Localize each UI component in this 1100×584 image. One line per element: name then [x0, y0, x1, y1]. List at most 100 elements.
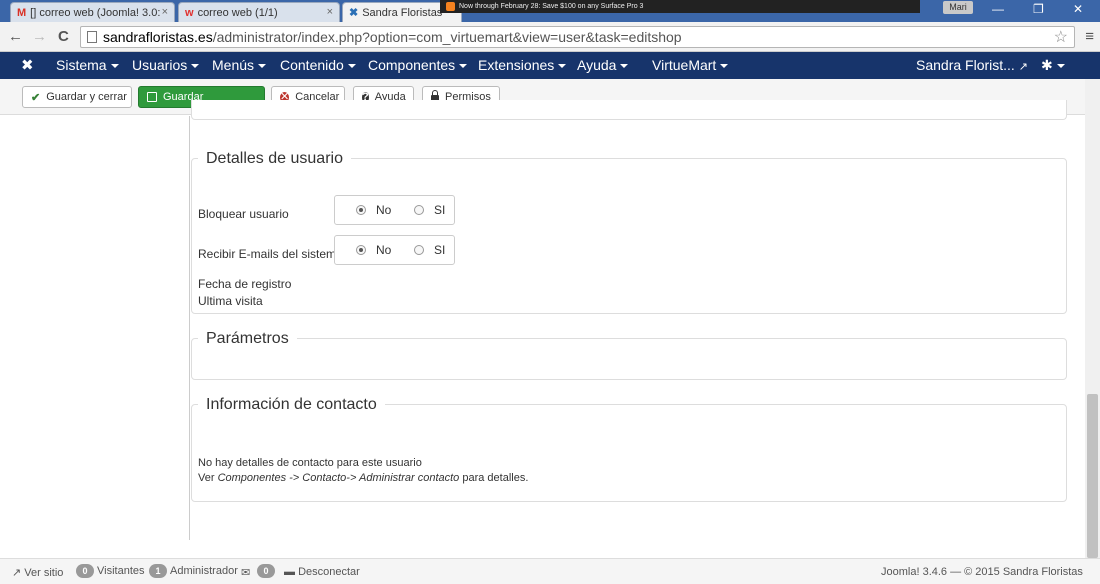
footer-label: Administrador — [170, 565, 238, 577]
contact-info-legend: Información de contacto — [198, 396, 385, 414]
bookmark-star-icon[interactable]: ☆ — [1054, 28, 1068, 48]
user-menu[interactable]: Sandra Florist... ↗ — [916, 57, 1028, 73]
settings-menu[interactable]: ✱ — [1041, 57, 1065, 74]
gear-icon: ✱ — [1041, 57, 1053, 73]
messages-badge: 0 — [257, 564, 275, 578]
save-close-button[interactable]: ✔ Guardar y cerrar — [22, 86, 132, 108]
copyright-text: Joomla! 3.4.6 — © 2015 Sandra Floristas — [881, 566, 1083, 578]
footer-label: Ver sitio — [24, 567, 64, 579]
close-tab-icon[interactable]: × — [162, 6, 168, 18]
no-contact-details-text: No hay detalles de contacto para este us… — [198, 457, 422, 469]
menu-label: VirtueMart — [652, 57, 717, 73]
radio-label-no: No — [376, 243, 392, 257]
joomla-tab-icon: ✖ — [349, 7, 359, 19]
url-path: /administrator/index.php?option=com_virt… — [212, 29, 682, 45]
parameters-legend: Parámetros — [198, 330, 297, 348]
menu-sistema[interactable]: Sistema — [56, 57, 119, 73]
admin-badge: 1 — [149, 564, 167, 578]
menu-usuarios[interactable]: Usuarios — [132, 57, 200, 73]
caret-down-icon — [459, 64, 468, 69]
parameters-fieldset: Parámetros — [191, 330, 1067, 380]
contact-instructions: Ver Componentes -> Contacto-> Administra… — [198, 472, 528, 484]
restore-icon[interactable]: ❐ — [1033, 2, 1044, 16]
block-user-radio-yes[interactable] — [414, 205, 424, 215]
logout-link[interactable]: ▬ Desconectar — [284, 566, 360, 578]
system-emails-label: Recibir E-mails del sistema — [198, 247, 343, 261]
button-label: Guardar y cerrar — [46, 91, 127, 103]
menu-componentes[interactable]: Componentes — [368, 57, 468, 73]
menu-label: Menús — [212, 57, 255, 73]
webmail-icon: w — [185, 6, 194, 19]
rss-icon — [446, 2, 455, 11]
back-arrow-icon[interactable]: ← — [8, 28, 23, 45]
visitors-status: 0 Visitantes — [76, 564, 145, 578]
system-emails-radio-yes[interactable] — [414, 245, 424, 255]
menu-label: Extensiones — [478, 57, 555, 73]
system-emails-radio-no[interactable] — [356, 245, 366, 255]
caret-down-icon — [558, 64, 567, 69]
block-user-label: Bloquear usuario — [198, 207, 289, 221]
contact-info-fieldset: Información de contacto No hay detalles … — [191, 396, 1067, 502]
edit-icon — [147, 92, 157, 102]
caret-down-icon — [258, 64, 267, 69]
url-input[interactable]: sandrafloristas.es/administrator/index.p… — [80, 26, 1075, 48]
system-emails-radio-group: No SI — [334, 235, 455, 265]
footer-label: Visitantes — [97, 565, 145, 577]
see-suffix: para detalles. — [462, 472, 529, 484]
messages-status[interactable]: 0 — [257, 564, 278, 578]
tab-title: correo web (1/1) — [197, 6, 278, 19]
radio-label-yes: SI — [434, 203, 446, 217]
caret-down-icon — [191, 64, 200, 69]
minus-icon: ▬ — [284, 566, 295, 578]
user-details-fieldset: Detalles de usuario Bloquear usuario No … — [191, 150, 1067, 314]
close-window-icon[interactable]: ✕ — [1073, 2, 1083, 16]
radio-label-yes: SI — [434, 243, 446, 257]
check-icon: ✔ — [31, 91, 41, 104]
admin-menu-bar: ✖ Sistema Usuarios Menús Contenido Compo… — [0, 52, 1100, 79]
forward-arrow-icon[interactable]: → — [32, 28, 47, 45]
tab-title: Sandra Floristas — [362, 6, 443, 19]
menu-label: Usuarios — [132, 57, 188, 73]
menu-contenido[interactable]: Contenido — [280, 57, 356, 73]
page-icon — [87, 31, 97, 43]
block-user-radio-no[interactable] — [356, 205, 366, 215]
see-prefix: Ver — [198, 472, 215, 484]
sidebar-divider — [189, 116, 190, 540]
browser-menu-icon[interactable]: ≡ — [1085, 28, 1094, 45]
close-tab-icon[interactable]: × — [327, 6, 333, 18]
reload-icon[interactable]: C — [58, 28, 69, 45]
menu-ayuda[interactable]: Ayuda — [577, 57, 629, 73]
radio-label-no: No — [376, 203, 392, 217]
browser-tab-gmail[interactable]: M [] correo web (Joomla! 3.0: × — [10, 2, 175, 22]
menu-virtuemart[interactable]: VirtueMart — [652, 57, 729, 73]
browser-tab-strip: M [] correo web (Joomla! 3.0: × w correo… — [0, 0, 1100, 22]
footer-label: Desconectar — [298, 566, 360, 578]
view-site-link[interactable]: ↗ Ver sitio — [12, 566, 63, 579]
browser-tab-webmail[interactable]: w correo web (1/1) × — [178, 2, 340, 22]
minimize-icon[interactable]: — — [992, 2, 1004, 16]
notification-banner[interactable]: Now through February 28: Save $100 on an… — [440, 0, 920, 13]
browser-user-chip[interactable]: Mari — [943, 1, 973, 14]
address-bar: ← → C sandrafloristas.es/administrator/i… — [0, 22, 1100, 52]
menu-extensiones[interactable]: Extensiones — [478, 57, 567, 73]
status-footer: ↗ Ver sitio 0 Visitantes 1 Administrador ✉… — [0, 558, 1100, 584]
last-visit-label: Ultima visita — [198, 294, 263, 308]
registration-date-label: Fecha de registro — [198, 277, 292, 291]
menu-label: Contenido — [280, 57, 344, 73]
menu-label: Componentes — [368, 57, 456, 73]
previous-fieldset-edge — [191, 100, 1067, 120]
user-details-legend: Detalles de usuario — [198, 150, 351, 168]
menu-menus[interactable]: Menús — [212, 57, 267, 73]
external-link-icon: ↗ — [1018, 61, 1028, 73]
scrollbar-thumb[interactable] — [1087, 394, 1098, 558]
contact-path: Componentes -> Contacto-> Administrar co… — [217, 472, 460, 484]
joomla-logo-icon[interactable]: ✖ — [21, 56, 34, 74]
caret-down-icon — [347, 64, 356, 69]
caret-down-icon — [620, 64, 629, 69]
caret-down-icon — [1056, 64, 1065, 69]
notification-text: Now through February 28: Save $100 on an… — [459, 3, 644, 10]
menu-label: Sistema — [56, 57, 107, 73]
caret-down-icon — [720, 64, 729, 69]
envelope-icon: ✉ — [241, 567, 251, 579]
url-host: sandrafloristas.es — [103, 29, 213, 45]
